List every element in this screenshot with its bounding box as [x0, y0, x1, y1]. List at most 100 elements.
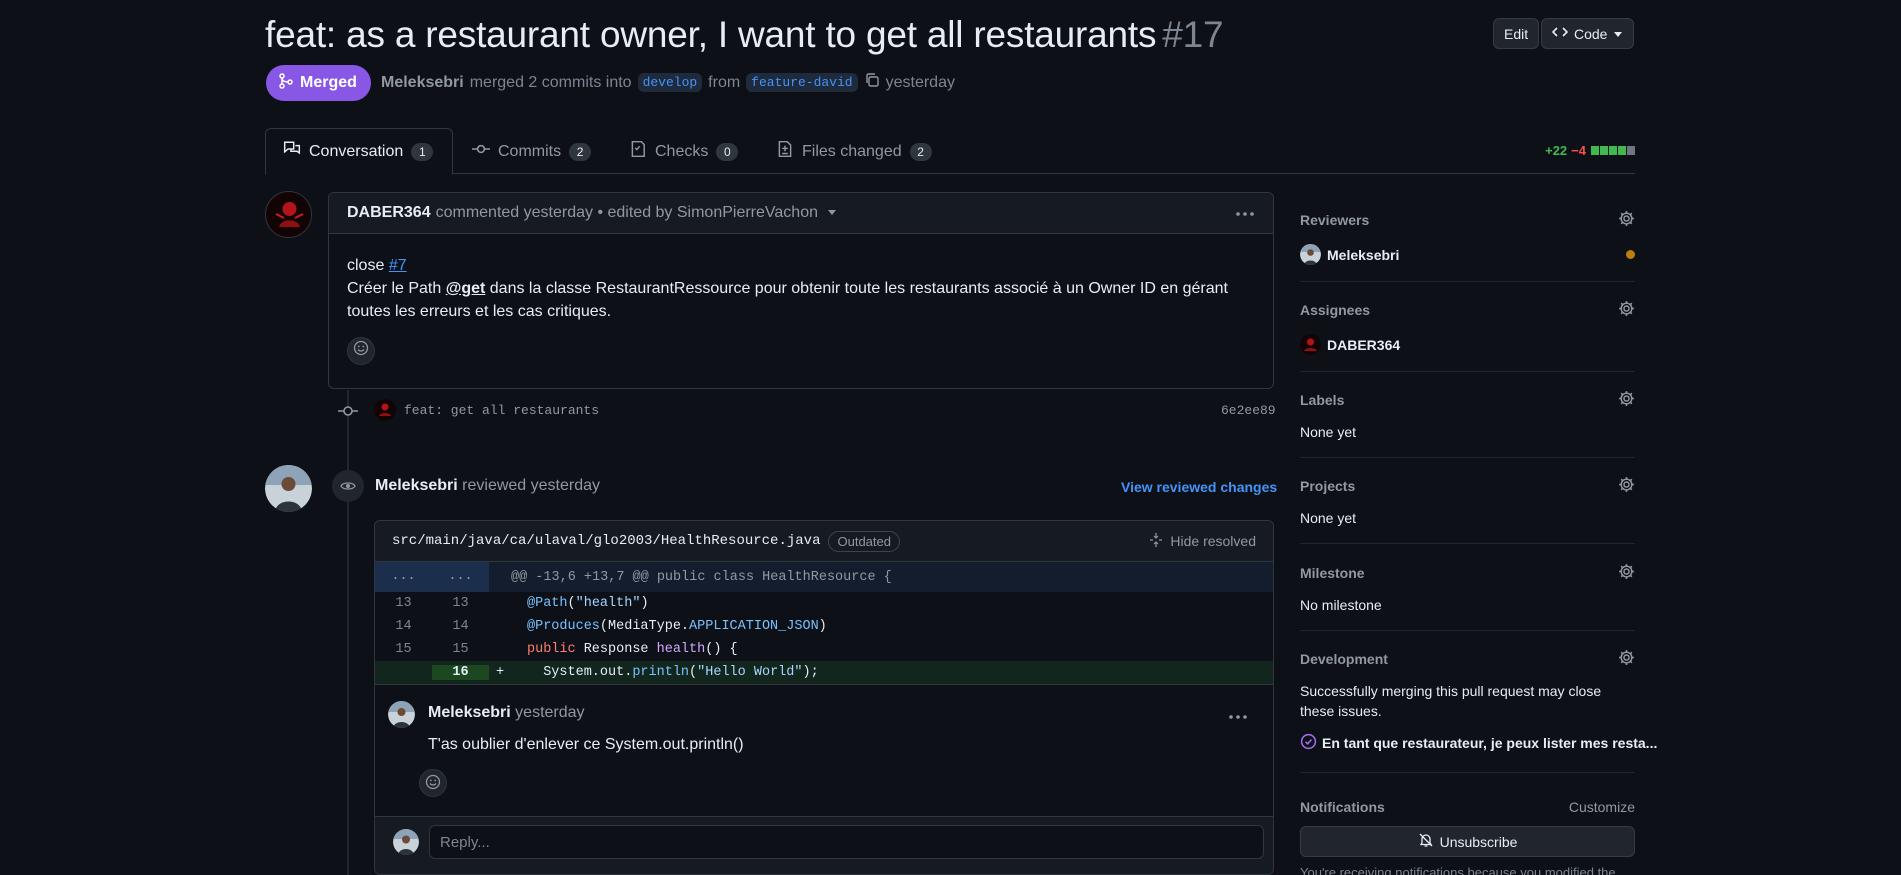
caret-down-icon[interactable]	[827, 204, 837, 222]
assignees-title[interactable]: Assignees	[1300, 302, 1370, 318]
code-button[interactable]: Code	[1541, 18, 1635, 49]
unsubscribe-button[interactable]: Unsubscribe	[1300, 826, 1635, 857]
review-file-header: src/main/java/ca/ulaval/glo2003/HealthRe…	[375, 521, 1273, 562]
reviewer-avatar[interactable]	[1300, 244, 1321, 265]
old-line-number[interactable]: 15	[375, 642, 432, 657]
commit-author-avatar[interactable]	[374, 399, 396, 421]
smiley-icon	[353, 340, 369, 363]
review-thread: src/main/java/ca/ulaval/glo2003/HealthRe…	[374, 520, 1274, 875]
review-comment-header: Meleksebri yesterday	[428, 704, 585, 722]
tab-conversation[interactable]: Conversation 1	[265, 128, 453, 175]
tab-conversation-label: Conversation	[309, 142, 404, 160]
diff-line: 13 13 @Path("health")	[375, 592, 1273, 615]
projects-title[interactable]: Projects	[1300, 478, 1355, 494]
review-comment-time[interactable]: yesterday	[515, 704, 584, 721]
pr-title: feat: as a restaurant owner, I want to g…	[265, 14, 1224, 56]
customize-link[interactable]: Customize	[1569, 799, 1635, 815]
development-text: Successfully merging this pull request m…	[1300, 683, 1602, 719]
milestone-value: No milestone	[1300, 597, 1382, 613]
kebab-menu-icon[interactable]	[1228, 707, 1248, 723]
daber364-avatar[interactable]	[265, 191, 312, 238]
reply-input[interactable]: Reply...	[429, 825, 1264, 859]
review-meta: reviewed yesterday	[462, 477, 601, 494]
tab-commits[interactable]: Commits 2	[455, 128, 608, 175]
pr-title-text: feat: as a restaurant owner, I want to g…	[265, 14, 1157, 55]
diff-line: 14 14 @Produces(MediaType.APPLICATION_JS…	[375, 615, 1273, 638]
diffstat-bar	[1590, 143, 1635, 158]
gear-icon[interactable]	[1618, 300, 1635, 320]
comment-meta[interactable]: commented yesterday • edited by SimonPie…	[436, 204, 818, 222]
sidebar-projects: Projects None yet	[1300, 476, 1635, 544]
review-comment-author[interactable]: Meleksebri	[428, 704, 511, 721]
merge-icon	[278, 72, 294, 94]
head-branch-label[interactable]: feature-david	[746, 73, 858, 92]
merge-author[interactable]: Meleksebri	[381, 74, 464, 92]
gear-icon[interactable]	[1618, 476, 1635, 496]
reviewers-title[interactable]: Reviewers	[1300, 212, 1369, 228]
caret-down-icon	[1613, 26, 1623, 42]
merge-meta: Meleksebri merged 2 commits into develop…	[381, 72, 955, 93]
new-line-number[interactable]: 16	[432, 665, 489, 680]
add-reaction-button[interactable]	[419, 769, 447, 797]
outdated-badge: Outdated	[828, 530, 900, 552]
expand-up-button[interactable]: ...	[375, 562, 432, 592]
assignee-avatar[interactable]	[1300, 334, 1321, 355]
tab-commits-count: 2	[569, 142, 592, 161]
tab-checks[interactable]: Checks 0	[612, 128, 755, 175]
reply-area: Reply...	[375, 816, 1273, 874]
view-reviewed-changes-link[interactable]: View reviewed changes	[1121, 479, 1277, 495]
gear-icon[interactable]	[1618, 390, 1635, 410]
hide-resolved-label: Hide resolved	[1170, 533, 1256, 549]
linked-issue[interactable]: En tant que restaurateur, je peux lister…	[1300, 733, 1657, 753]
gear-icon[interactable]	[1618, 210, 1635, 230]
edit-button-label: Edit	[1504, 25, 1529, 42]
code-line: public Response health() {	[527, 642, 738, 657]
comment-author[interactable]: DABER364	[347, 204, 431, 222]
new-line-number[interactable]: 14	[432, 619, 489, 634]
commit-message[interactable]: feat: get all restaurants	[404, 403, 599, 418]
assignee-name[interactable]: DABER364	[1327, 337, 1400, 353]
reviewer-avatar[interactable]	[388, 701, 415, 728]
pr-number: #17	[1162, 14, 1224, 55]
issue-link[interactable]: #7	[389, 257, 407, 274]
copy-icon[interactable]	[864, 72, 880, 93]
tab-files-changed[interactable]: Files changed 2	[759, 128, 949, 175]
tab-files-changed-count: 2	[909, 142, 932, 161]
merged-status-badge: Merged	[266, 65, 371, 101]
code-button-label: Code	[1574, 25, 1608, 42]
diff-line-added: 16 + System.out.println("Hello World");	[375, 661, 1273, 684]
old-line-number[interactable]: 14	[375, 619, 432, 634]
commit-sha[interactable]: 6e2ee89	[1221, 403, 1276, 418]
commit-icon	[472, 140, 490, 163]
commit-dot-icon	[338, 404, 358, 421]
sidebar-milestone: Milestone No milestone	[1300, 563, 1635, 631]
milestone-title[interactable]: Milestone	[1300, 565, 1365, 581]
edit-button[interactable]: Edit	[1493, 18, 1540, 49]
reviewer-name[interactable]: Meleksebri	[1327, 247, 1399, 263]
new-line-number[interactable]: 15	[432, 642, 489, 657]
gear-icon[interactable]	[1618, 649, 1635, 669]
code-line: @Path("health")	[527, 596, 649, 611]
hide-resolved-button[interactable]: Hide resolved	[1148, 532, 1256, 551]
file-path[interactable]: src/main/java/ca/ulaval/glo2003/HealthRe…	[392, 533, 820, 549]
labels-title[interactable]: Labels	[1300, 392, 1344, 408]
new-line-number[interactable]: 13	[432, 596, 489, 611]
base-branch-label[interactable]: develop	[637, 73, 703, 92]
review-author[interactable]: Meleksebri	[375, 477, 458, 494]
kebab-menu-icon[interactable]	[1235, 204, 1255, 222]
tab-conversation-count: 1	[411, 142, 434, 161]
user-mention[interactable]: @get	[446, 280, 486, 297]
comment-close-text: close	[347, 257, 385, 274]
meleksebri-avatar[interactable]	[265, 465, 312, 512]
projects-value: None yet	[1300, 510, 1357, 526]
issue-closed-icon	[1300, 733, 1317, 753]
expand-down-button[interactable]: ...	[432, 562, 489, 592]
tab-commits-label: Commits	[498, 142, 562, 160]
add-reaction-button[interactable]	[347, 337, 375, 365]
gear-icon[interactable]	[1618, 563, 1635, 583]
unsubscribe-label: Unsubscribe	[1439, 833, 1518, 850]
old-line-number[interactable]: 13	[375, 596, 432, 611]
tab-files-changed-label: Files changed	[802, 142, 902, 160]
development-title[interactable]: Development	[1300, 651, 1388, 667]
sidebar-assignees: Assignees DABER364	[1300, 300, 1635, 372]
